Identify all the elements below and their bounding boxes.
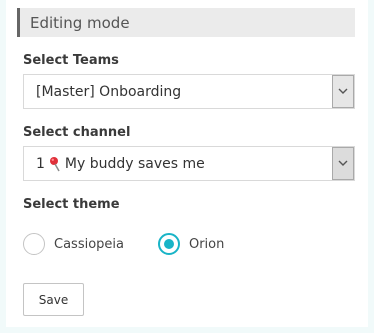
radio-label: Cassiopeia: [54, 236, 124, 252]
banner-text: Editing mode: [30, 13, 130, 32]
teams-label: Select Teams: [23, 53, 119, 68]
channel-select[interactable]: 1 My buddy saves me: [23, 146, 355, 181]
theme-option-cassiopeia[interactable]: Cassiopeia: [23, 233, 124, 255]
channel-name: My buddy saves me: [64, 155, 205, 172]
theme-label: Select theme: [23, 197, 120, 212]
channel-prefix: 1: [36, 155, 45, 172]
pushpin-icon: [49, 156, 61, 172]
editing-mode-banner: Editing mode: [17, 8, 355, 37]
radio-label: Orion: [188, 236, 225, 252]
chevron-down-icon[interactable]: [332, 147, 354, 180]
save-button[interactable]: Save: [23, 283, 84, 316]
theme-option-orion[interactable]: Orion: [157, 233, 225, 255]
radio-selected-dot: [163, 239, 174, 249]
teams-selected-value: [Master] Onboarding: [36, 83, 182, 100]
channel-label: Select channel: [23, 125, 131, 140]
teams-select[interactable]: [Master] Onboarding: [23, 74, 355, 109]
channel-selected-value: 1 My buddy saves me: [24, 156, 332, 172]
theme-radio-group: Cassiopeia Orion: [23, 233, 224, 255]
chevron-down-icon[interactable]: [332, 75, 354, 108]
radio-cassiopeia[interactable]: [23, 233, 45, 255]
radio-orion[interactable]: [157, 233, 180, 255]
